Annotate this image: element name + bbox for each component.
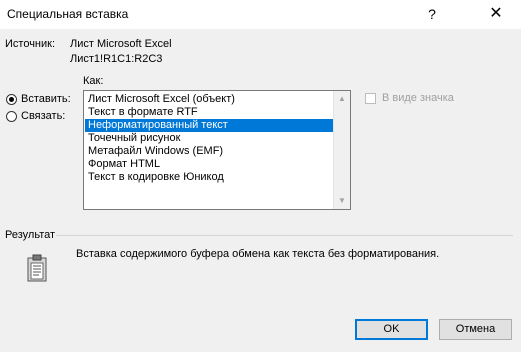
result-header: Результат: [5, 229, 56, 241]
list-item[interactable]: Лист Microsoft Excel (объект): [85, 93, 335, 106]
clipboard-icon: [27, 254, 47, 282]
source-range: Лист1!R1C1:R2C3: [70, 53, 163, 65]
paste-radio-label[interactable]: Вставить:: [21, 93, 71, 105]
list-item[interactable]: Метафайл Windows (EMF): [85, 145, 335, 158]
display-as-icon-label[interactable]: В виде значка: [382, 92, 454, 104]
list-item[interactable]: Формат HTML: [85, 158, 335, 171]
list-scrollbar[interactable]: ▲ ▼: [333, 91, 350, 209]
scroll-up-arrow-icon[interactable]: ▲: [334, 91, 350, 107]
ok-button[interactable]: OK: [355, 319, 428, 340]
source-label: Источник:: [5, 38, 56, 50]
source-name: Лист Microsoft Excel: [70, 38, 172, 50]
help-icon[interactable]: ?: [417, 1, 447, 27]
scroll-down-arrow-icon[interactable]: ▼: [334, 193, 350, 209]
cancel-button[interactable]: Отмена: [439, 319, 512, 340]
result-description: Вставка содержимого буфера обмена как те…: [76, 248, 440, 260]
close-icon[interactable]: ✕: [478, 1, 514, 27]
as-label: Как:: [83, 75, 104, 87]
title-bar: Специальная вставка ? ✕: [0, 0, 521, 29]
list-item[interactable]: Текст в кодировке Юникод: [85, 171, 335, 184]
list-item[interactable]: Текст в формате RTF: [85, 106, 335, 119]
list-item[interactable]: Точечный рисунок: [85, 132, 335, 145]
list-item-selected[interactable]: Неформатированный текст: [85, 119, 335, 132]
link-radio-label[interactable]: Связать:: [21, 110, 65, 122]
display-as-icon-checkbox[interactable]: [365, 93, 376, 104]
link-radio[interactable]: [6, 111, 17, 122]
format-listbox[interactable]: Лист Microsoft Excel (объект) Текст в фо…: [83, 90, 351, 210]
dialog-title: Специальная вставка: [7, 7, 129, 21]
paste-radio[interactable]: [6, 94, 17, 105]
result-divider: [56, 235, 513, 236]
